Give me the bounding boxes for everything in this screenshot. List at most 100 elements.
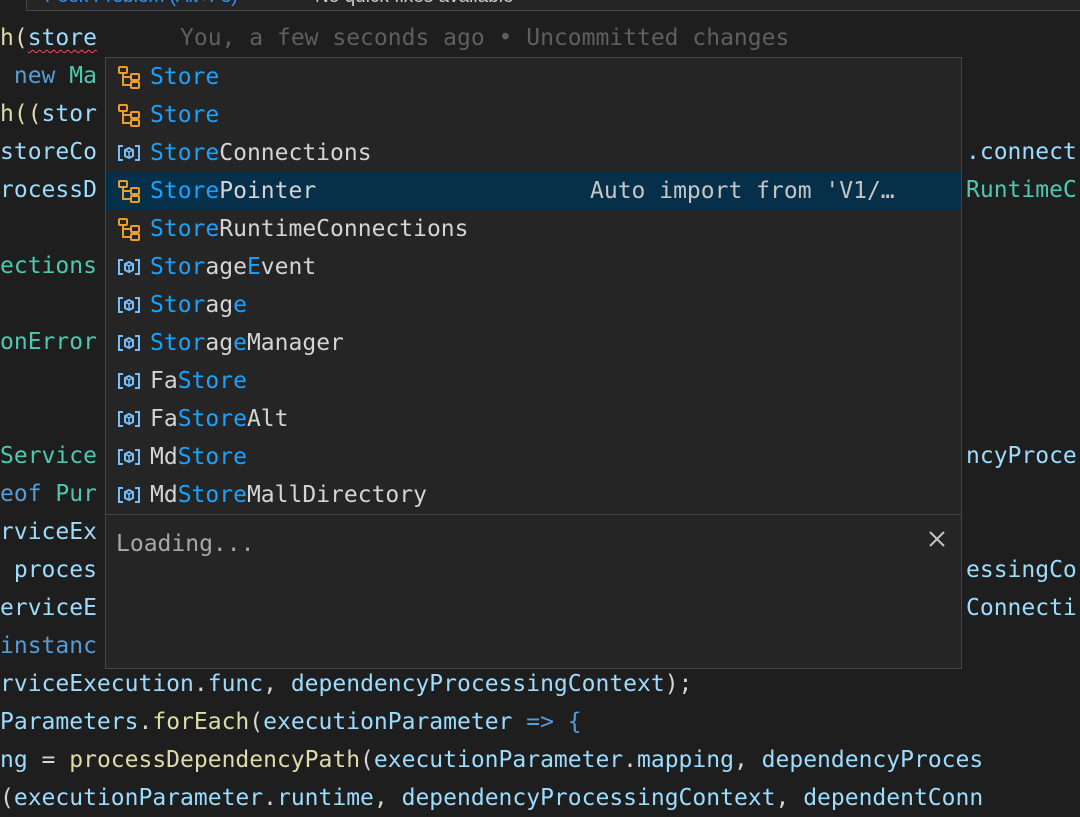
code-line[interactable]: rviceEx [0, 513, 97, 551]
code-line[interactable]: storeCo [0, 133, 97, 171]
code-token: mapping [637, 747, 734, 773]
class-symbol-icon [110, 96, 148, 134]
code-token: executionParameter [373, 747, 624, 773]
code-line[interactable]: h((stor [0, 95, 97, 133]
code-token: executionParameter [263, 709, 513, 735]
code-token: rviceEx [0, 519, 97, 545]
code-token: ( [249, 709, 264, 735]
code-line[interactable]: onError [0, 323, 97, 361]
code-token: forEach [152, 709, 250, 735]
code-line[interactable]: rocessD [0, 171, 97, 209]
code-line-tail[interactable]: .connect [966, 133, 1077, 171]
match-highlight: E [246, 254, 261, 280]
class-icon [118, 104, 140, 127]
problem-hover-bar: Peek Problem (Alt+F8) No quick fixes ava… [26, 0, 1080, 11]
variable-icon [118, 145, 140, 161]
suggestion-item[interactable]: Storage [106, 286, 961, 324]
code-line[interactable]: new Ma [0, 57, 97, 95]
label-text: Manager [246, 330, 344, 356]
code-token: Pur [55, 481, 97, 507]
suggestion-label: FaStoreAlt [150, 400, 289, 438]
code-token: h(( [0, 101, 42, 127]
suggestion-label: StorePointer [150, 172, 316, 210]
code-token: rocessD [0, 177, 97, 203]
suggestion-item[interactable]: MdStore [106, 438, 961, 476]
code-line-tail[interactable]: essingCo [966, 551, 1077, 589]
code-token: instanc [0, 633, 97, 659]
label-text: Alt [246, 406, 289, 432]
variable-icon [118, 335, 140, 351]
variable-icon [118, 411, 140, 427]
match-highlight: Stor [150, 292, 206, 318]
match-highlight: Store [177, 482, 247, 508]
code-token: . [623, 747, 638, 773]
match-highlight: e [233, 330, 247, 356]
code-line-tail[interactable]: RuntimeC [966, 171, 1077, 209]
code-line[interactable]: proces [0, 551, 97, 589]
label-text: Md [150, 444, 178, 470]
code-token: , [263, 671, 291, 697]
suggestion-item[interactable]: StorageEvent [106, 248, 961, 286]
suggestion-label: MdStoreMallDirectory [150, 476, 427, 514]
close-icon [929, 531, 945, 547]
close-details-button[interactable] [921, 523, 953, 555]
suggestion-label: Store [150, 58, 219, 96]
label-text: MallDirectory [246, 482, 427, 508]
code-line[interactable]: erviceE [0, 589, 97, 627]
code-line[interactable]: ections [0, 247, 97, 285]
variable-symbol-icon [110, 324, 148, 362]
code-token: func [207, 671, 264, 697]
suggestion-item[interactable]: StorageManager [106, 324, 961, 362]
suggestion-list: Store Store StoreConnections StorePointer Au… [106, 58, 961, 514]
suggest-widget: Store Store StoreConnections StorePointer Au… [105, 57, 962, 669]
code-token: eof [0, 481, 56, 507]
code-token: Service [0, 443, 97, 469]
class-symbol-icon [110, 58, 148, 96]
code-line-tail[interactable]: ncyProce [966, 437, 1077, 475]
code-token: = [27, 747, 70, 773]
variable-symbol-icon [110, 362, 148, 400]
label-text: Md [150, 482, 178, 508]
code-token: dependencyProces [761, 747, 984, 773]
suggestion-item[interactable]: Store [106, 58, 961, 96]
suggestion-item[interactable]: MdStoreMallDirectory [106, 476, 961, 514]
code-token: ( [360, 747, 374, 773]
match-highlight: e [233, 292, 247, 318]
suggestion-item[interactable]: Store [106, 96, 961, 134]
variable-icon [118, 297, 140, 313]
suggestion-item[interactable]: StorePointer Auto import from 'V1/… [106, 172, 961, 210]
peek-problem-link[interactable]: Peek Problem (Alt+F8) [45, 0, 238, 8]
label-text: Fa [150, 406, 178, 432]
code-line[interactable]: Service [0, 437, 97, 475]
class-symbol-icon [110, 172, 148, 210]
code-token: ( [0, 785, 14, 811]
code-line[interactable]: (executionParameter.runtime, dependencyP… [0, 779, 983, 817]
suggestion-item[interactable]: StoreConnections [106, 134, 961, 172]
match-highlight: Store [150, 216, 220, 242]
class-icon [118, 218, 140, 241]
code-line[interactable]: h(store You, a few seconds ago • Uncommi… [0, 19, 789, 57]
label-text: ag [205, 330, 234, 356]
code-token: Ma [69, 63, 97, 89]
match-highlight: Store [177, 368, 247, 394]
code-line[interactable]: ng = processDependencyPath(executionPara… [0, 741, 983, 779]
suggestion-label: StoreRuntimeConnections [150, 210, 469, 248]
label-text: vent [260, 254, 317, 280]
code-line[interactable]: eof Pur [0, 475, 97, 513]
code-line[interactable]: Parameters.forEach(executionParameter =>… [0, 703, 582, 741]
code-line[interactable]: instanc [0, 627, 97, 665]
variable-icon [118, 487, 140, 503]
suggestion-item[interactable]: StoreRuntimeConnections [106, 210, 961, 248]
suggestion-label: Store [150, 96, 219, 134]
class-symbol-icon [110, 210, 148, 248]
code-token: . [138, 709, 153, 735]
code-line[interactable]: rviceExecution.func, dependencyProcessin… [0, 665, 692, 703]
code-line-tail[interactable]: Connecti [966, 589, 1077, 627]
suggestion-item[interactable]: FaStore [106, 362, 961, 400]
variable-symbol-icon [110, 400, 148, 438]
code-token: , [733, 747, 762, 773]
suggestion-item[interactable]: FaStoreAlt [106, 400, 961, 438]
variable-symbol-icon [110, 476, 148, 514]
code-token: => { [512, 709, 582, 735]
variable-symbol-icon [110, 286, 148, 324]
